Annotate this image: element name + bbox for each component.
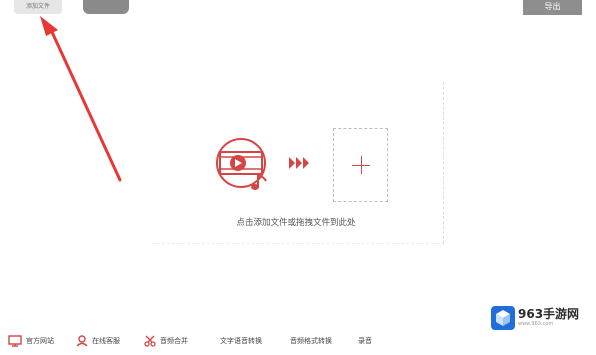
toolbar-button[interactable]	[83, 0, 129, 14]
add-file-button[interactable]: 添加文件	[14, 0, 62, 14]
audio-merge-link[interactable]: 音频合并	[144, 333, 188, 349]
cube-logo-icon	[491, 306, 515, 330]
watermark: 963手游网 www.963.com	[491, 303, 591, 333]
watermark-title: 963手游网	[518, 307, 580, 321]
text-to-speech-label: 文字语音转换	[220, 337, 262, 345]
forward-arrows-icon	[289, 157, 309, 169]
online-support-label: 在线客服	[92, 337, 120, 345]
monitor-icon	[8, 335, 22, 347]
add-file-drop-box[interactable]	[333, 128, 388, 202]
export-button[interactable]: 导出	[523, 0, 582, 15]
official-site-label: 官方网站	[26, 337, 54, 345]
official-site-link[interactable]: 官方网站	[8, 333, 54, 349]
record-link[interactable]: 录音	[358, 333, 372, 349]
watermark-url: www.963.com	[518, 321, 554, 327]
media-file-icon	[216, 138, 267, 190]
audio-merge-label: 音频合并	[160, 337, 188, 345]
drop-hint-text: 点击添加文件或拖拽文件到此处	[236, 218, 356, 228]
top-toolbar: 添加文件 导出	[0, 0, 596, 22]
annotation-arrow-icon	[40, 16, 122, 182]
record-label: 录音	[358, 337, 372, 345]
audio-format-convert-label: 音频格式转换	[290, 337, 332, 345]
audio-format-convert-link[interactable]: 音频格式转换	[290, 333, 332, 349]
online-support-link[interactable]: 在线客服	[76, 333, 120, 349]
person-icon	[76, 335, 88, 347]
text-to-speech-link[interactable]: 文字语音转换	[220, 333, 262, 349]
scissors-icon	[144, 335, 156, 347]
